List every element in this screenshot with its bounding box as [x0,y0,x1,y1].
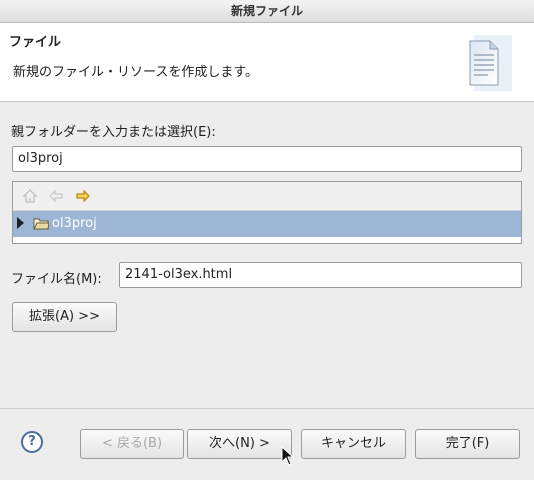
expand-arrow-icon[interactable] [17,217,24,229]
folder-tree[interactable]: ol3proj [12,181,522,244]
next-button[interactable]: 次へ(N) > [187,429,292,459]
wizard-banner: ファイル 新規のファイル・リソースを作成します。 [0,23,534,102]
finish-button[interactable]: 完了(F) [415,429,520,459]
tree-toolbar [13,182,521,211]
tree-item-label: ol3proj [52,216,97,231]
forward-arrow-icon[interactable] [75,188,91,204]
footer-divider [0,408,534,409]
file-name-input[interactable]: 2141-ol3ex.html [119,262,522,288]
back-arrow-icon[interactable] [48,188,64,204]
parent-folder-input[interactable]: ol3proj [12,146,522,172]
parent-folder-label: 親フォルダーを入力または選択(E): [11,125,216,140]
home-icon[interactable] [22,188,38,204]
banner-description: 新規のファイル・リソースを作成します。 [13,65,259,80]
new-file-icon [469,35,512,91]
back-button[interactable]: < 戻る(B) [80,429,184,459]
mouse-cursor-icon [281,446,295,466]
help-icon[interactable]: ? [21,431,43,453]
new-file-dialog: 新規ファイル ファイル 新規のファイル・リソースを作成します。 親フォルダーを入… [0,0,534,480]
banner-title: ファイル [9,35,62,50]
file-name-label: ファイル名(M): [11,272,102,287]
cancel-button[interactable]: キャンセル [301,429,406,459]
project-folder-icon [33,218,49,230]
window-title: 新規ファイル [0,0,534,23]
advanced-button[interactable]: 拡張(A) >> [12,302,117,332]
tree-item-ol3proj[interactable]: ol3proj [13,211,521,237]
